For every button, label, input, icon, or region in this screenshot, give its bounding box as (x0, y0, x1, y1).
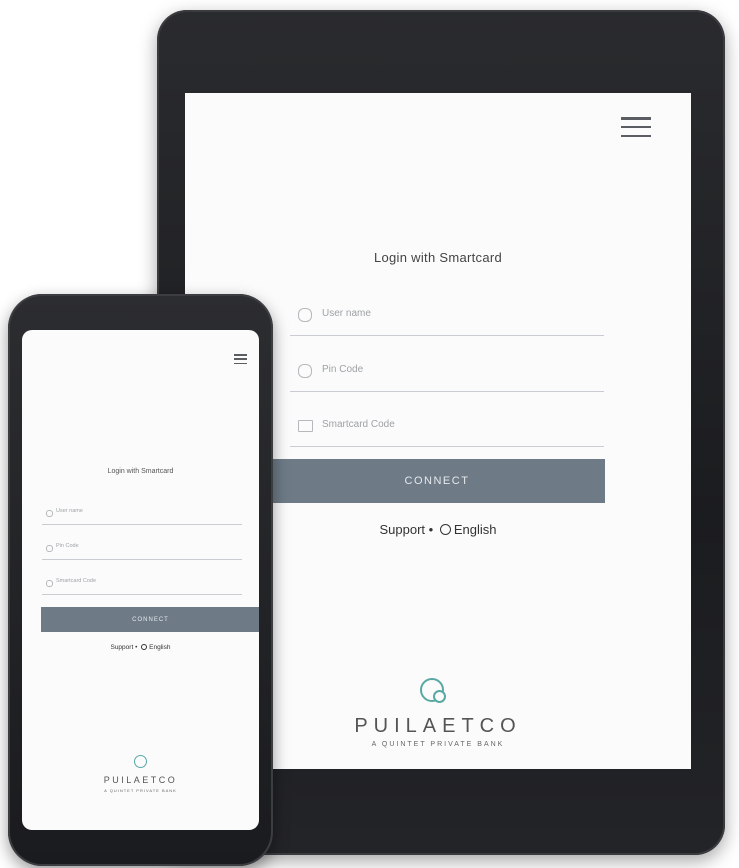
separator-dot: • (428, 522, 434, 537)
lock-icon (46, 545, 53, 552)
pin-code-field[interactable]: Pin Code (290, 351, 604, 392)
menu-icon[interactable] (621, 117, 651, 137)
pin-code-field[interactable]: Pin Code (42, 535, 242, 560)
logo-icon (420, 678, 446, 703)
smartcard-code-placeholder: Smartcard Code (56, 578, 97, 584)
login-title: Login with Smartcard (107, 468, 174, 475)
logo-icon (134, 755, 147, 768)
username-field[interactable]: User name (290, 295, 604, 336)
logo-tagline: A QUINTET PRIVATE BANK (104, 788, 177, 793)
support-link[interactable]: Support (110, 644, 133, 651)
menu-icon[interactable] (234, 354, 247, 364)
card-icon (46, 580, 53, 587)
language-selector[interactable]: English (454, 522, 497, 537)
username-placeholder: User name (56, 508, 83, 514)
globe-icon (141, 644, 148, 650)
user-icon (46, 510, 53, 517)
user-icon (298, 308, 312, 322)
pin-code-placeholder: Pin Code (56, 543, 79, 549)
login-title: Login with Smartcard (373, 250, 503, 265)
support-row: Support • English (22, 644, 259, 651)
language-selector[interactable]: English (149, 644, 170, 651)
smartcard-code-field[interactable]: Smartcard Code (42, 570, 242, 595)
connect-button[interactable]: CONNECT (269, 459, 605, 503)
phone-device: Login with Smartcard User name Pin Code … (8, 294, 273, 866)
smartcard-code-placeholder: Smartcard Code (322, 419, 395, 430)
pin-code-placeholder: Pin Code (322, 364, 364, 375)
separator-dot: • (135, 644, 138, 651)
card-icon (298, 420, 313, 432)
support-link[interactable]: Support (380, 522, 426, 537)
lock-icon (298, 364, 312, 378)
username-placeholder: User name (322, 308, 371, 319)
smartcard-code-field[interactable]: Smartcard Code (290, 406, 604, 447)
connect-button[interactable]: CONNECT (41, 607, 259, 632)
phone-screen: Login with Smartcard User name Pin Code … (22, 330, 259, 830)
globe-icon (439, 524, 451, 535)
username-field[interactable]: User name (42, 500, 242, 525)
logo-name: PUILAETCO (103, 775, 178, 785)
